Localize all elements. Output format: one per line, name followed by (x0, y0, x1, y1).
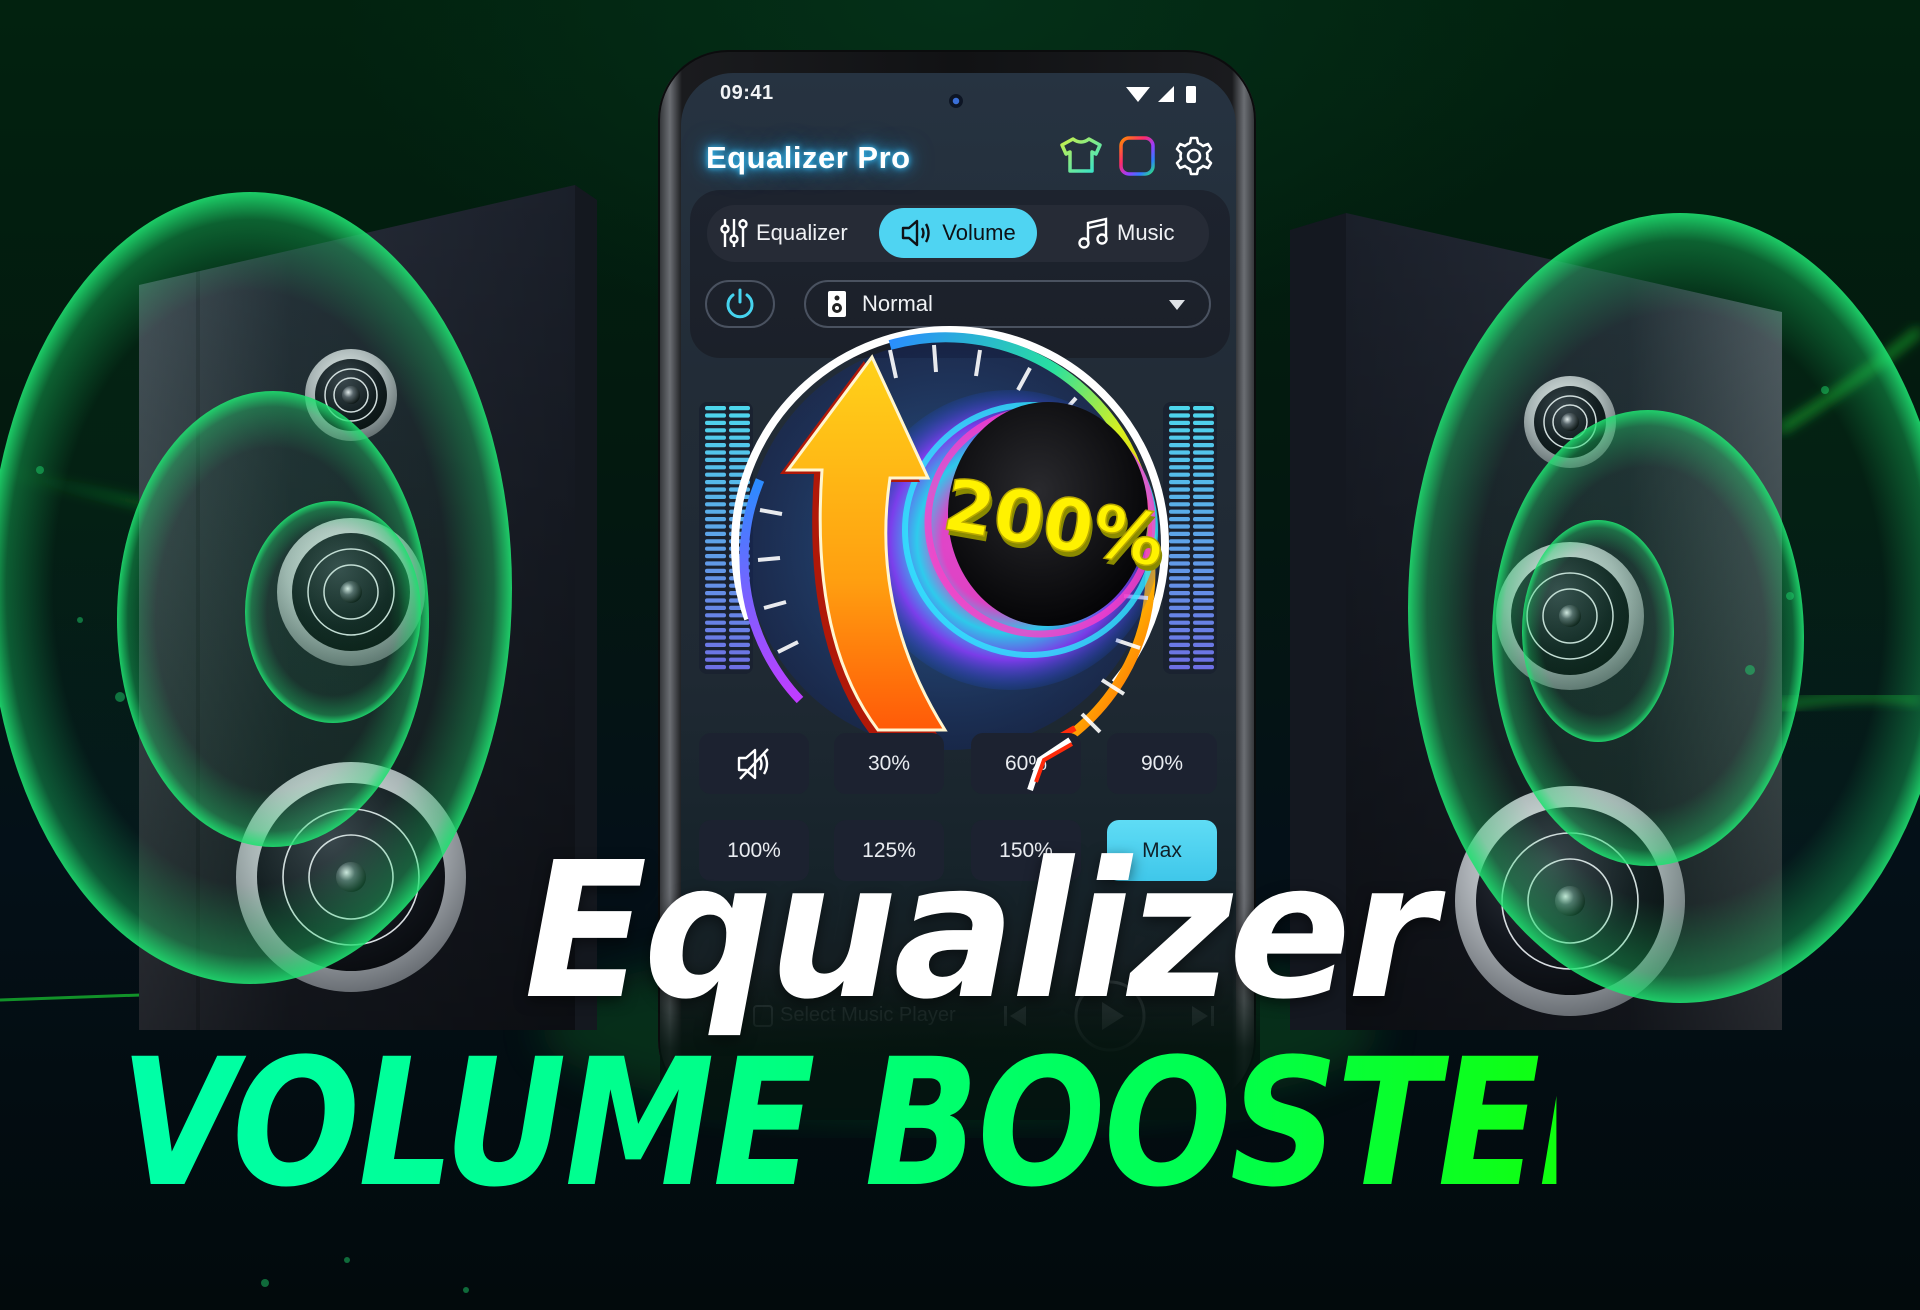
headline-volume-booster: VOLUME BOOSTER (120, 1021, 1655, 1226)
banner: 09:41 Equalizer Pro Equalizer Volume Mus… (0, 0, 1920, 1310)
headline-equalizer: Equalizer (524, 822, 1436, 1041)
